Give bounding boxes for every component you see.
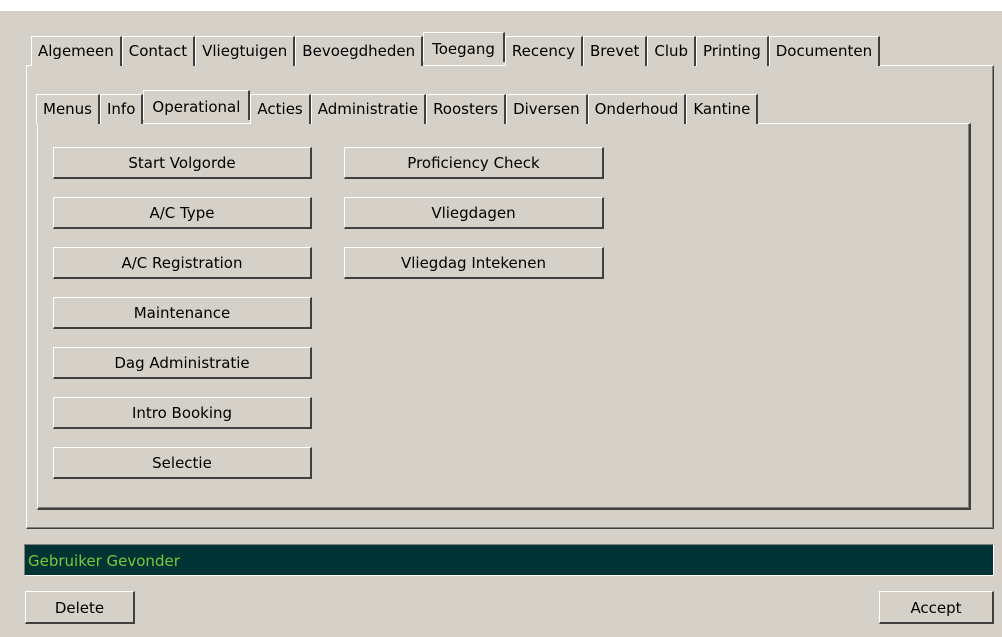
subtab-roosters[interactable]: Roosters (426, 94, 507, 124)
tab-vliegtuigen[interactable]: Vliegtuigen (195, 36, 296, 66)
subtab-onderhoud[interactable]: Onderhoud (587, 94, 687, 124)
tab-bevoegdheden[interactable]: Bevoegdheden (295, 36, 424, 66)
subtab-administratie[interactable]: Administratie (310, 94, 427, 124)
tab-brevet[interactable]: Brevet (583, 36, 648, 66)
tab-documenten[interactable]: Documenten (768, 36, 881, 66)
vliegdagen-button[interactable]: Vliegdagen (344, 197, 604, 229)
tab-recency[interactable]: Recency (504, 36, 583, 66)
proficiency-check-button[interactable]: Proficiency Check (344, 147, 604, 179)
selectie-button[interactable]: Selectie (53, 447, 312, 479)
delete-button[interactable]: Delete (25, 591, 135, 624)
tab-contact[interactable]: Contact (121, 36, 196, 66)
tab-toegang[interactable]: Toegang (423, 32, 505, 62)
ac-registration-button[interactable]: A/C Registration (53, 247, 312, 279)
subtab-acties[interactable]: Acties (250, 94, 311, 124)
tab-printing[interactable]: Printing (696, 36, 769, 66)
start-volgorde-button[interactable]: Start Volgorde (53, 147, 312, 179)
main-tab-bar: Algemeen Contact Vliegtuigen Bevoegdhede… (31, 32, 881, 66)
subtab-diversen[interactable]: Diversen (506, 94, 588, 124)
dag-administratie-button[interactable]: Dag Administratie (53, 347, 312, 379)
intro-booking-button[interactable]: Intro Booking (53, 397, 312, 429)
accept-button[interactable]: Accept (879, 591, 994, 624)
subtab-operational[interactable]: Operational (143, 90, 251, 120)
sub-tab-bar: Menus Info Operational Acties Administra… (36, 90, 759, 124)
tab-algemeen[interactable]: Algemeen (31, 36, 122, 66)
tab-club[interactable]: Club (647, 36, 697, 66)
maintenance-button[interactable]: Maintenance (53, 297, 312, 329)
status-bar: Gebruiker Gevonder (24, 544, 994, 576)
subtab-kantine[interactable]: Kantine (686, 94, 759, 124)
ac-type-button[interactable]: A/C Type (53, 197, 312, 229)
vliegdag-intekenen-button[interactable]: Vliegdag Intekenen (344, 247, 604, 279)
subtab-menus[interactable]: Menus (36, 94, 100, 124)
subtab-info[interactable]: Info (100, 94, 144, 124)
